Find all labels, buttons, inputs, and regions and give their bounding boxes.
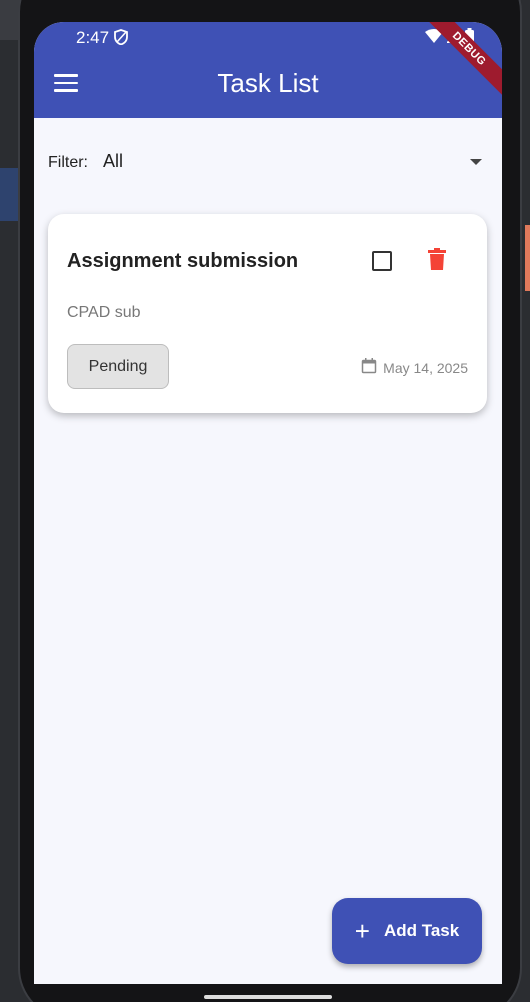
filter-label: Filter: — [48, 154, 88, 171]
plus-icon: + — [354, 916, 370, 946]
calendar-icon — [361, 358, 377, 377]
page-title: Task List — [217, 68, 319, 98]
add-task-label: Add Task — [383, 921, 460, 940]
shield-icon — [114, 29, 128, 50]
app-bar: 2:47 DEBUG Task List — [34, 22, 502, 118]
task-card[interactable]: Assignment submission CPAD sub Pending M… — [48, 214, 487, 413]
ide-accent — [525, 225, 530, 291]
home-indicator — [204, 995, 332, 999]
ide-selection — [0, 168, 18, 221]
task-title: Assignment submission — [67, 250, 299, 272]
filter-dropdown[interactable]: All — [103, 149, 488, 179]
dropdown-arrow-icon — [470, 159, 482, 165]
complete-checkbox[interactable] — [372, 251, 392, 271]
status-time: 2:47 — [76, 28, 110, 47]
filter-row: Filter: All — [48, 149, 488, 179]
status-badge[interactable]: Pending — [67, 344, 169, 389]
add-task-button[interactable]: + Add Task — [332, 898, 482, 964]
task-date: May 14, 2025 — [361, 358, 468, 377]
task-description: CPAD sub — [67, 304, 141, 321]
app-screen: 2:47 DEBUG Task List Filter: All Assignm… — [34, 22, 502, 984]
delete-icon[interactable] — [428, 248, 446, 275]
task-date-label: May 14, 2025 — [383, 359, 468, 376]
filter-value: All — [103, 151, 124, 171]
